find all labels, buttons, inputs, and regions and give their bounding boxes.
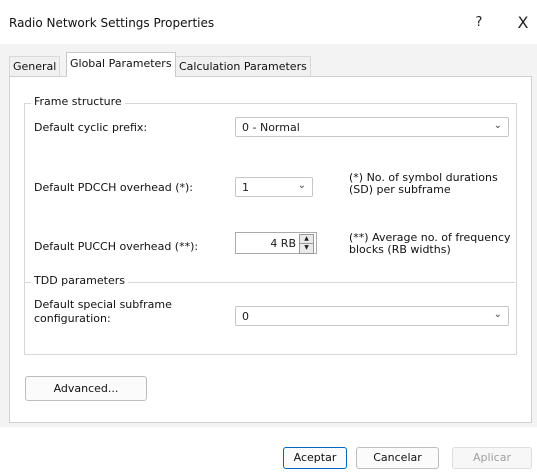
tab-global-parameters[interactable]: Global Parameters bbox=[66, 52, 176, 77]
special-subframe-value: 0 bbox=[242, 310, 249, 323]
pdcch-overhead-label: Default PDCCH overhead (*): bbox=[34, 181, 194, 194]
chevron-down-icon: ⌄ bbox=[493, 309, 502, 320]
chevron-down-icon: ⌄ bbox=[297, 180, 306, 191]
tab-calculation-parameters[interactable]: Calculation Parameters bbox=[175, 56, 311, 76]
accept-button[interactable]: Aceptar bbox=[283, 447, 347, 469]
special-subframe-label-line1: Default special subframe bbox=[34, 298, 172, 311]
pdcch-note-line2: (SD) per subframe bbox=[349, 183, 451, 196]
tab-general[interactable]: General bbox=[9, 56, 61, 76]
spin-down-icon[interactable]: ▼ bbox=[299, 243, 314, 254]
special-subframe-label-line2: configuration: bbox=[34, 312, 111, 325]
tdd-parameters-legend: TDD parameters bbox=[31, 274, 128, 287]
window-title: Radio Network Settings Properties bbox=[9, 16, 215, 30]
pucch-overhead-label: Default PUCCH overhead (**): bbox=[34, 240, 199, 253]
cyclic-prefix-select[interactable]: 0 - Normal ⌄ bbox=[235, 117, 509, 137]
cyclic-prefix-value: 0 - Normal bbox=[242, 121, 300, 134]
pucch-overhead-spinner[interactable]: 4 RB ▲ ▼ bbox=[235, 232, 317, 254]
pdcch-overhead-value: 1 bbox=[242, 181, 249, 194]
cyclic-prefix-label: Default cyclic prefix: bbox=[34, 121, 148, 134]
chevron-down-icon: ⌄ bbox=[493, 120, 502, 131]
pdcch-overhead-select[interactable]: 1 ⌄ bbox=[235, 177, 313, 197]
pucch-overhead-value: 4 RB bbox=[270, 237, 296, 250]
close-button[interactable]: X bbox=[512, 12, 534, 34]
tab-panel-global-parameters: Frame structure Default cyclic prefix: 0… bbox=[9, 76, 532, 423]
cancel-button[interactable]: Cancelar bbox=[356, 447, 439, 469]
pucch-note-line2: blocks (RB widths) bbox=[349, 243, 451, 256]
frame-structure-legend: Frame structure bbox=[31, 95, 125, 108]
special-subframe-select[interactable]: 0 ⌄ bbox=[235, 306, 509, 326]
help-button[interactable]: ? bbox=[468, 12, 490, 34]
title-bar: Radio Network Settings Properties ? X bbox=[0, 0, 537, 44]
advanced-button[interactable]: Advanced... bbox=[25, 376, 147, 401]
apply-button[interactable]: Aplicar bbox=[452, 447, 532, 469]
